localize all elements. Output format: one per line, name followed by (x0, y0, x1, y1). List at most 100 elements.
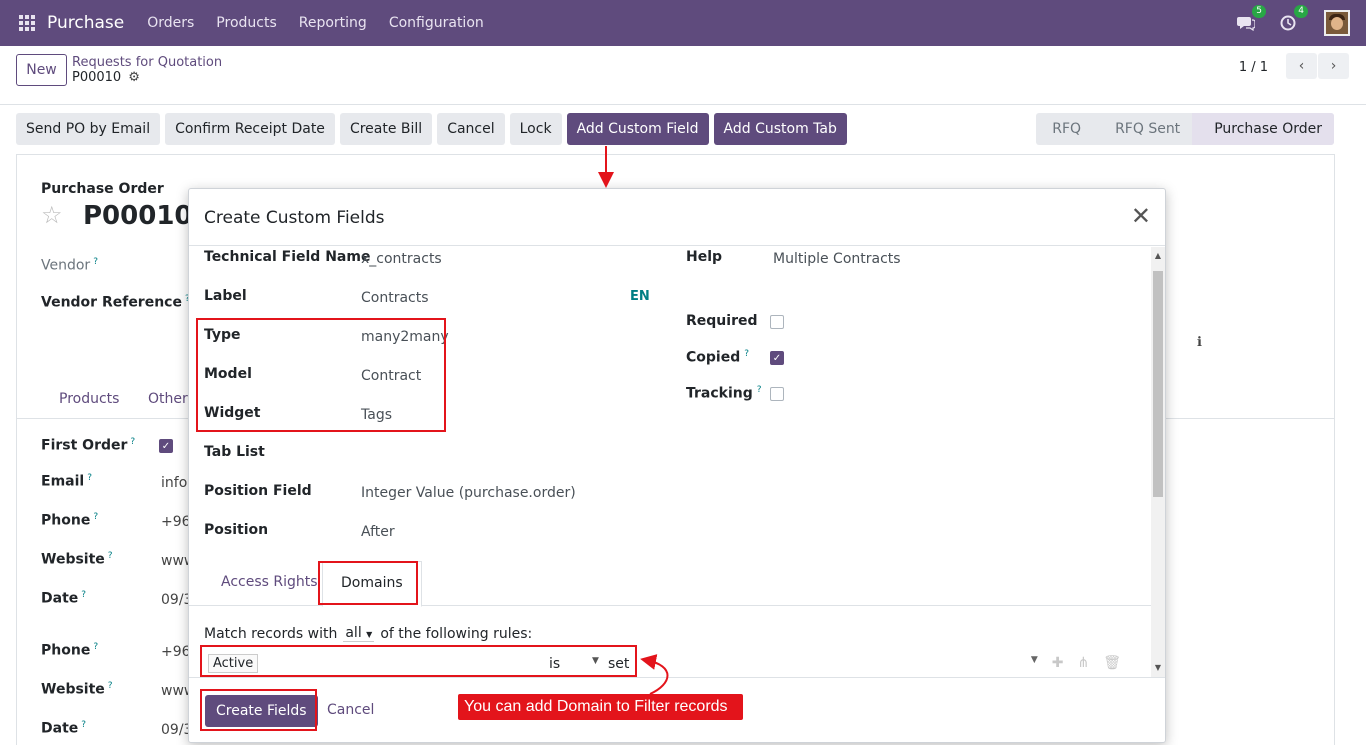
website-label-2-text: Website (41, 681, 105, 698)
position-label: Position (204, 522, 269, 538)
dialog-title: Create Custom Fields (204, 208, 385, 228)
top-navbar: Purchase Orders Products Reporting Confi… (0, 0, 1366, 46)
caret-down-icon: ▼ (366, 630, 373, 639)
email-label-text: Email (41, 473, 85, 490)
date-label-text: Date (41, 590, 79, 607)
first-order-checkbox[interactable]: ✓ (159, 439, 173, 453)
date-label-2: Date? (41, 720, 87, 737)
highlight-domains-tab (318, 561, 418, 605)
apps-menu-icon[interactable] (19, 15, 35, 31)
tab-other[interactable]: Other (148, 391, 188, 407)
position-field-label: Position Field (204, 483, 312, 499)
help-label: Help (686, 249, 723, 265)
translate-lang-button[interactable]: EN (630, 289, 650, 304)
status-bar: RFQ RFQ Sent Purchase Order (1036, 113, 1334, 145)
domain-quantifier-select[interactable]: all ▼ (343, 625, 375, 642)
required-checkbox[interactable] (770, 315, 784, 329)
phone-label-text: Phone (41, 512, 91, 529)
cancel-order-button[interactable]: Cancel (437, 113, 505, 145)
cancel-button[interactable]: Cancel (327, 702, 374, 718)
breadcrumb-current-label: P00010 (72, 70, 122, 85)
highlight-create-button (200, 689, 317, 731)
create-bill-button[interactable]: Create Bill (339, 113, 433, 145)
breadcrumb-current: P00010 ⚙ (72, 70, 140, 85)
control-panel: New Requests for Quotation P00010 ⚙ 1 / … (0, 46, 1366, 105)
caret-down-icon[interactable]: ▼ (1031, 655, 1038, 671)
highlight-domain-rule (200, 645, 637, 677)
close-icon[interactable]: ✕ (1131, 204, 1151, 228)
help-tooltip-icon[interactable]: ? (744, 349, 749, 359)
user-avatar[interactable] (1324, 10, 1350, 36)
domain-editor-header: Match records with all ▼ of the followin… (204, 625, 532, 642)
copied-label-text: Copied (686, 349, 741, 366)
menu-configuration[interactable]: Configuration (378, 15, 495, 31)
gear-icon[interactable]: ⚙ (128, 70, 140, 85)
copied-label: Copied? (686, 349, 749, 366)
vendor-label: Vendor? (41, 257, 98, 274)
tab-products[interactable]: Products (59, 391, 119, 407)
phone-label-2-text: Phone (41, 642, 91, 659)
favorite-star-icon[interactable]: ☆ (41, 201, 63, 229)
tracking-checkbox[interactable] (770, 387, 784, 401)
dialog-header: Create Custom Fields ✕ (189, 189, 1165, 246)
info-icon[interactable]: ℹ (1197, 335, 1202, 350)
rule-tools: ▼ ✚ ⋔ 🗑 (1031, 655, 1121, 671)
vendor-ref-label: Vendor Reference? (41, 294, 190, 311)
lock-button[interactable]: Lock (509, 113, 562, 145)
help-tooltip-icon[interactable]: ? (757, 385, 762, 395)
messages-badge: 5 (1252, 5, 1266, 18)
annotation-callout: You can add Domain to Filter records (458, 694, 743, 720)
label-field[interactable]: Contracts (361, 290, 429, 306)
messages-icon[interactable]: 5 (1236, 5, 1266, 33)
phone-label: Phone? (41, 512, 99, 529)
new-button[interactable]: New (16, 54, 67, 86)
tracking-label-text: Tracking (686, 385, 753, 402)
stage-purchase-order[interactable]: Purchase Order (1192, 113, 1334, 145)
main-menu: Orders Products Reporting Configuration (136, 15, 495, 31)
domain-quantifier-value: all (345, 625, 362, 641)
add-custom-tab-button[interactable]: Add Custom Tab (713, 113, 847, 145)
activity-clock-icon[interactable]: 4 (1278, 5, 1308, 33)
dialog-scrollbar[interactable]: ▲ ▼ (1151, 247, 1165, 677)
help-field[interactable]: Multiple Contracts (773, 251, 901, 267)
tab-list-field[interactable] (361, 446, 621, 464)
vendor-label-text: Vendor (41, 257, 91, 274)
email-value: info (161, 475, 188, 491)
confirm-receipt-button[interactable]: Confirm Receipt Date (165, 113, 335, 145)
tab-list-label: Tab List (204, 444, 265, 460)
tab-access-rights[interactable]: Access Rights (221, 574, 318, 590)
scroll-down-icon[interactable]: ▼ (1155, 663, 1161, 672)
pager-next-button[interactable]: › (1318, 53, 1349, 79)
systray: 5 4 (1214, 0, 1350, 46)
pager-previous-button[interactable]: ‹ (1286, 53, 1317, 79)
menu-orders[interactable]: Orders (136, 15, 205, 31)
technical-name-label: Technical Field Name (204, 249, 371, 265)
doc-type-label: Purchase Order (41, 181, 164, 197)
pager-value[interactable]: 1 / 1 (1239, 60, 1268, 75)
required-label: Required (686, 313, 758, 329)
first-order-label: First Order? (41, 437, 136, 454)
delete-rule-icon[interactable]: 🗑 (1103, 655, 1121, 671)
add-rule-icon[interactable]: ✚ (1052, 655, 1064, 671)
copied-checkbox[interactable]: ✓ (770, 351, 784, 365)
stage-rfq[interactable]: RFQ (1036, 113, 1093, 145)
menu-reporting[interactable]: Reporting (288, 15, 378, 31)
send-po-button[interactable]: Send PO by Email (16, 113, 161, 145)
action-bar: Send PO by Email Confirm Receipt Date Cr… (16, 113, 852, 145)
breadcrumb-parent[interactable]: Requests for Quotation (72, 55, 222, 70)
scrollbar-thumb[interactable] (1153, 271, 1163, 497)
add-custom-field-button[interactable]: Add Custom Field (566, 113, 709, 145)
date-label: Date? (41, 590, 87, 607)
stage-rfq-sent[interactable]: RFQ Sent (1093, 113, 1192, 145)
add-branch-icon[interactable]: ⋔ (1077, 655, 1089, 671)
menu-products[interactable]: Products (205, 15, 287, 31)
position-field-select[interactable]: Integer Value (purchase.order) (361, 485, 576, 501)
technical-name-field[interactable]: x_contracts (361, 251, 442, 267)
label-label: Label (204, 288, 247, 304)
first-order-label-text: First Order (41, 437, 128, 454)
domain-suffix-text: of the following rules: (380, 625, 533, 642)
position-select[interactable]: After (361, 524, 395, 540)
app-brand[interactable]: Purchase (47, 13, 124, 33)
email-label: Email? (41, 473, 92, 490)
scroll-up-icon[interactable]: ▲ (1155, 251, 1161, 260)
